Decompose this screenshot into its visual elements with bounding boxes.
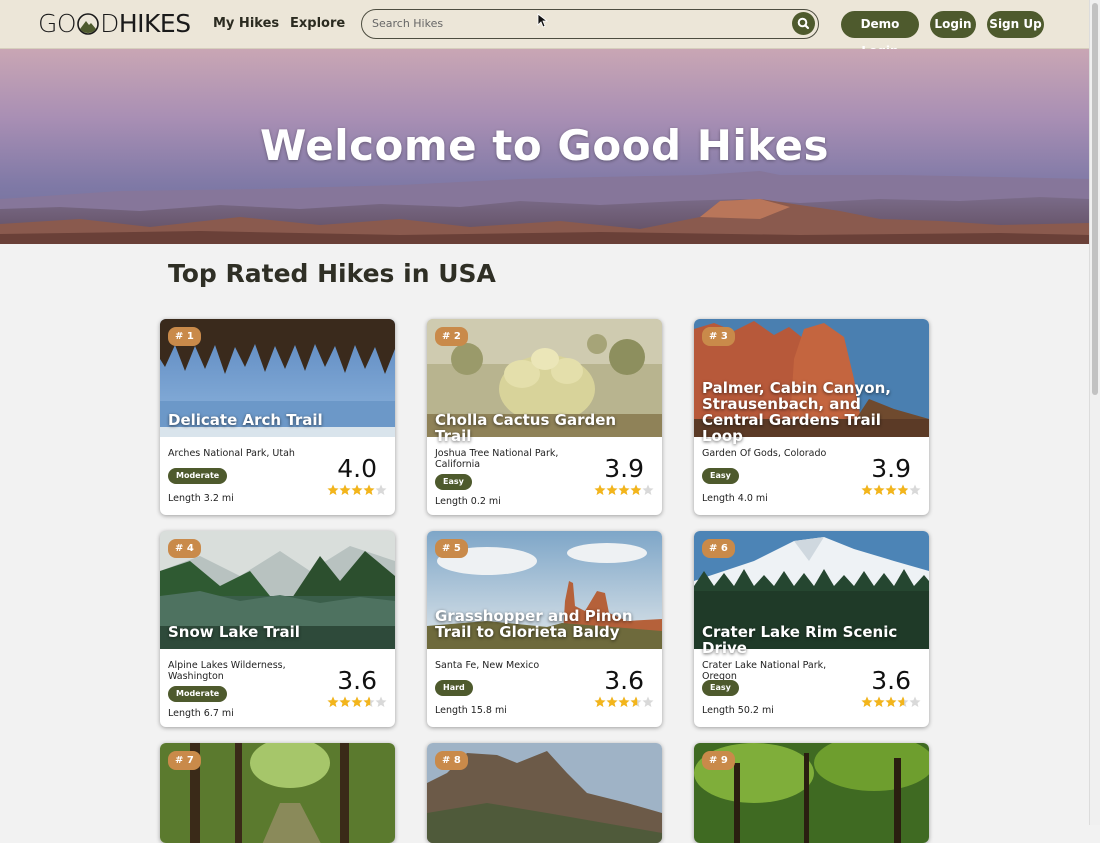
hike-card[interactable]: # 7	[160, 743, 395, 843]
hike-card[interactable]: # 6 Crater Lake Rim Scenic Drive Crater …	[694, 531, 929, 727]
hike-location: Alpine Lakes Wilderness, Washington	[168, 660, 286, 682]
page-scrollbar[interactable]	[1089, 0, 1100, 825]
hike-name[interactable]: Snow Lake Trail	[168, 624, 387, 640]
star-filled-icon	[339, 696, 351, 707]
star-filled-icon	[339, 484, 351, 495]
star-empty-icon	[642, 484, 654, 495]
hike-card[interactable]: # 5 Grasshopper and Pinon Trail to Glori…	[427, 531, 662, 727]
hike-location: Santa Fe, New Mexico	[435, 660, 540, 671]
hike-card[interactable]: # 1 Delicate Arch Trail Arches National …	[160, 319, 395, 515]
star-filled-icon	[363, 484, 375, 495]
star-filled-icon	[606, 484, 618, 495]
section-title: Top Rated Hikes in USA	[168, 259, 496, 288]
difficulty-badge: Hard	[435, 680, 473, 696]
hike-rating: 3.6	[871, 666, 911, 695]
hike-name[interactable]: Delicate Arch Trail	[168, 412, 387, 428]
hike-card[interactable]: # 9	[694, 743, 929, 843]
hike-rating: 3.6	[337, 666, 377, 695]
star-rating-icon	[594, 696, 654, 707]
login-button[interactable]: Login	[930, 11, 976, 38]
difficulty-badge: Easy	[702, 680, 739, 696]
hike-location: Joshua Tree National Park, California	[435, 448, 559, 470]
star-empty-icon	[375, 696, 387, 707]
star-filled-icon	[885, 484, 897, 495]
star-filled-icon	[873, 696, 885, 707]
hike-name[interactable]: Palmer, Cabin Canyon, Strausenbach, and …	[702, 380, 921, 444]
hike-length: Length 50.2 mi	[702, 705, 774, 716]
rank-badge: # 2	[435, 327, 468, 346]
star-filled-icon	[897, 484, 908, 495]
star-filled-icon	[594, 484, 606, 495]
rank-badge: # 6	[702, 539, 735, 558]
rank-badge: # 7	[168, 751, 201, 770]
search-button[interactable]	[792, 12, 815, 35]
hike-card[interactable]: # 4 Snow Lake Trail Alpine Lakes Wildern…	[160, 531, 395, 727]
star-filled-icon	[327, 484, 339, 495]
star-filled-icon	[351, 484, 363, 495]
signup-button[interactable]: Sign Up	[987, 11, 1044, 38]
star-empty-icon	[909, 484, 921, 495]
star-filled-icon	[606, 696, 618, 707]
hike-length: Length 6.7 mi	[168, 708, 234, 719]
hike-length: Length 0.2 mi	[435, 496, 501, 507]
rank-badge: # 8	[435, 751, 468, 770]
star-empty-icon	[909, 696, 921, 707]
star-filled-icon	[351, 696, 363, 707]
star-filled-icon	[861, 484, 873, 495]
nav-explore[interactable]: Explore	[290, 16, 345, 32]
hike-card[interactable]: # 3 Palmer, Cabin Canyon, Strausenbach, …	[694, 319, 929, 515]
hike-length: Length 15.8 mi	[435, 705, 507, 716]
hike-name[interactable]: Grasshopper and Pinon Trail to Glorieta …	[435, 608, 654, 640]
star-empty-icon	[375, 484, 387, 495]
star-empty-icon	[642, 696, 654, 707]
star-filled-icon	[861, 696, 873, 707]
hero-banner: Welcome to Good Hikes	[0, 49, 1089, 244]
nav-my-hikes[interactable]: My Hikes	[213, 16, 279, 32]
hike-length: Length 4.0 mi	[702, 493, 768, 504]
hike-rating: 3.9	[871, 454, 911, 483]
search-input[interactable]	[372, 10, 782, 37]
rank-badge: # 1	[168, 327, 201, 346]
hike-card[interactable]: # 2 Cholla Cactus Garden Trail Joshua Tr…	[427, 319, 662, 515]
demo-login-button[interactable]: Demo Login	[841, 11, 919, 58]
star-filled-icon	[873, 484, 885, 495]
star-filled-icon	[885, 696, 897, 707]
search-icon	[797, 17, 810, 30]
difficulty-badge: Moderate	[168, 468, 228, 484]
hike-rating: 3.9	[604, 454, 644, 483]
hike-rating: 3.6	[604, 666, 644, 695]
scrollbar-thumb[interactable]	[1092, 3, 1098, 395]
rank-badge: # 9	[702, 751, 735, 770]
difficulty-badge: Easy	[435, 474, 472, 490]
star-rating-icon	[327, 696, 387, 707]
star-rating-icon	[861, 696, 921, 707]
star-rating-icon	[861, 484, 921, 495]
rank-badge: # 5	[435, 539, 468, 558]
top-navbar: GODHIKES My Hikes Explore Demo Login Log…	[0, 0, 1089, 58]
rank-badge: # 4	[168, 539, 201, 558]
star-filled-icon	[618, 696, 630, 707]
star-rating-icon	[327, 484, 387, 495]
search-bar	[361, 9, 819, 39]
hike-location: Garden Of Gods, Colorado	[702, 448, 827, 459]
hero-title: Welcome to Good Hikes	[259, 121, 830, 170]
hike-name[interactable]: Crater Lake Rim Scenic Drive	[702, 624, 921, 656]
difficulty-badge: Moderate	[168, 686, 228, 702]
star-filled-icon	[594, 696, 606, 707]
hike-rating: 4.0	[337, 454, 377, 483]
hike-length: Length 3.2 mi	[168, 493, 234, 504]
star-filled-icon	[618, 484, 630, 495]
star-filled-icon	[327, 696, 339, 707]
hike-location: Crater Lake National Park, Oregon	[702, 660, 827, 682]
difficulty-badge: Easy	[702, 468, 739, 484]
star-filled-icon	[630, 484, 641, 495]
hike-name[interactable]: Cholla Cactus Garden Trail	[435, 412, 654, 444]
mountain-logo-icon	[77, 13, 99, 35]
hike-location: Arches National Park, Utah	[168, 448, 295, 459]
mouse-cursor-icon	[537, 13, 549, 28]
star-rating-icon	[594, 484, 654, 495]
goodhikes-logo[interactable]: GO DHIKES	[38, 9, 191, 39]
hike-card[interactable]: # 8	[427, 743, 662, 843]
rank-badge: # 3	[702, 327, 735, 346]
